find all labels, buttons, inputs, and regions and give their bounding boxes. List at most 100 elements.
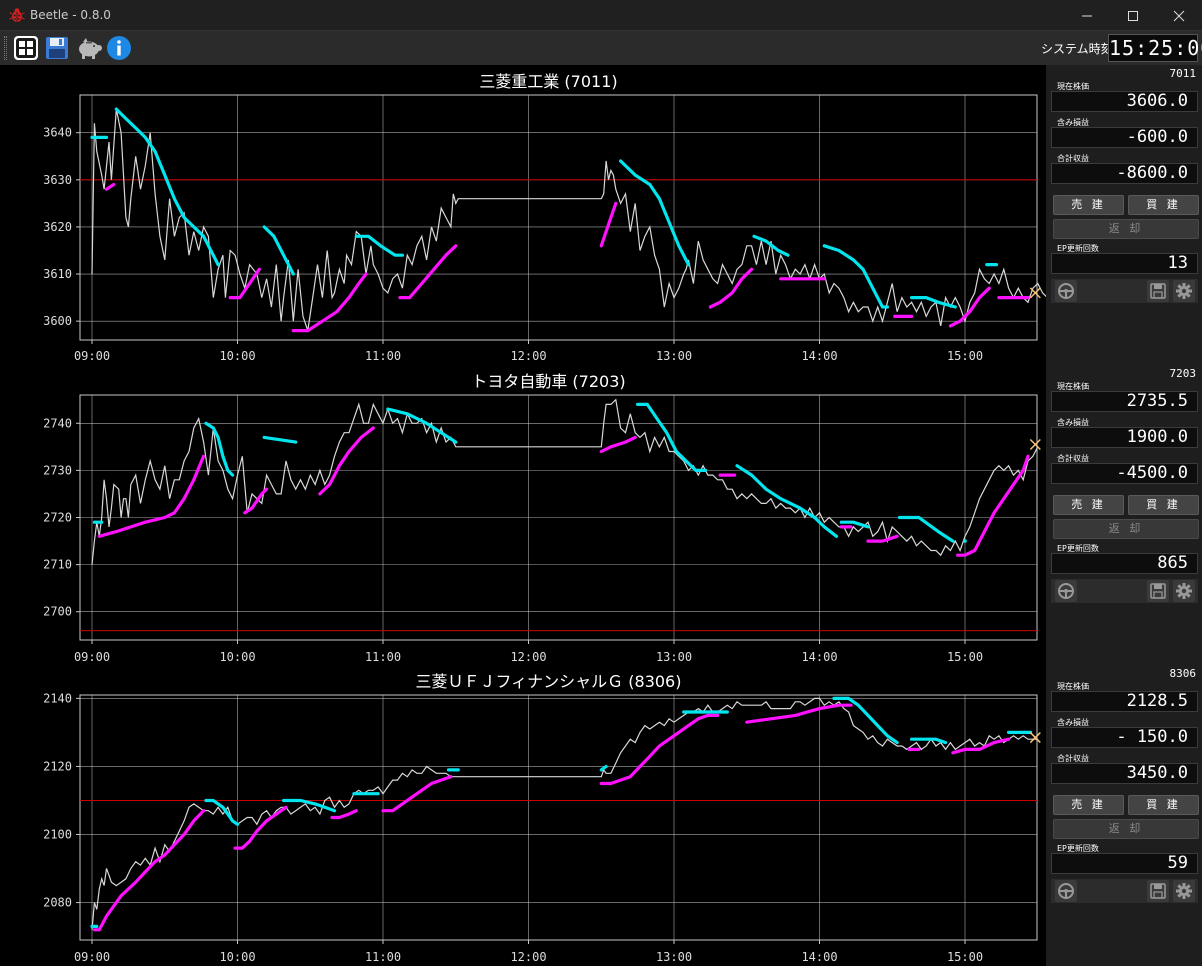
- save-icon[interactable]: [1147, 880, 1169, 902]
- magenta-trend-segment: [381, 775, 453, 813]
- y-tick-label: 2700: [43, 605, 72, 619]
- x-tick-label: 14:00: [801, 349, 837, 363]
- title-bar: Beetle - 0.8.0: [0, 0, 1202, 31]
- maximize-button[interactable]: [1110, 0, 1156, 31]
- buy-button[interactable]: 買 建: [1128, 795, 1199, 815]
- buy-button[interactable]: 買 建: [1128, 195, 1199, 215]
- chart-0: 三菱重工業 (7011) 09:00 10:00 11:00 12:00 13:00 14:…: [43, 72, 1046, 363]
- current-price-value: 3606.0: [1051, 91, 1198, 112]
- toolbar: システム時刻 15:25:00: [0, 31, 1202, 65]
- y-tick-label: 3610: [43, 267, 72, 281]
- panel-icon-bar: [1051, 579, 1198, 603]
- x-tick-label: 10:00: [219, 349, 255, 363]
- chart-title: トヨタ自動車 (7203): [471, 372, 625, 391]
- cyan-trend-segment: [897, 515, 955, 543]
- plot-frame: [79, 694, 1038, 941]
- ep-count-value: 865: [1051, 553, 1198, 574]
- chart-2: 三菱ＵＦＪフィナンシャルＧ (8306) 09:00 10:00 11:00 12:00…: [43, 672, 1041, 964]
- cyan-trend-segment: [822, 244, 890, 309]
- x-tick-label: 11:00: [365, 349, 401, 363]
- stock-code: 7011: [1169, 67, 1197, 80]
- y-tick-label: 2100: [43, 828, 72, 842]
- x-tick-label: 13:00: [656, 349, 692, 363]
- buy-button[interactable]: 買 建: [1128, 495, 1199, 515]
- y-tick-label: 2720: [43, 511, 72, 525]
- x-tick-label: 12:00: [510, 950, 546, 964]
- stock-code: 7203: [1169, 367, 1197, 380]
- cyan-trend-segment: [618, 159, 691, 267]
- price-series-line: [91, 697, 1038, 930]
- plot-frame: [79, 94, 1038, 341]
- sell-button[interactable]: 売 建: [1053, 495, 1124, 515]
- cyan-trend-segment: [735, 464, 839, 538]
- gear-icon[interactable]: [1173, 580, 1195, 602]
- x-tick-label: 11:00: [365, 650, 401, 664]
- end-marker-icon: [1029, 438, 1041, 451]
- x-tick-label: 13:00: [656, 650, 692, 664]
- x-tick-label: 15:00: [947, 349, 983, 363]
- gear-icon[interactable]: [1173, 880, 1195, 902]
- repay-button[interactable]: 返 却: [1053, 219, 1199, 239]
- x-tick-label: 10:00: [219, 950, 255, 964]
- y-tick-label: 2120: [43, 759, 72, 773]
- cyan-trend-segment: [909, 296, 957, 309]
- window-title: Beetle - 0.8.0: [30, 8, 111, 22]
- steering-wheel-icon[interactable]: [1055, 880, 1077, 902]
- steering-wheel-icon[interactable]: [1055, 280, 1077, 302]
- magenta-trend-segment: [291, 272, 368, 333]
- save-icon[interactable]: [1147, 580, 1169, 602]
- x-tick-label: 09:00: [74, 650, 110, 664]
- y-tick-label: 2710: [43, 558, 72, 572]
- repay-button[interactable]: 返 却: [1053, 519, 1199, 539]
- magenta-trend-segment: [599, 201, 618, 248]
- cyan-trend-segment: [262, 435, 298, 444]
- cyan-trend-segment: [599, 764, 608, 772]
- clock-label: システム時刻: [1041, 42, 1113, 56]
- magenta-trend-segment: [228, 267, 261, 300]
- total-profit-value: -4500.0: [1051, 463, 1198, 484]
- x-tick-label: 15:00: [947, 650, 983, 664]
- x-tick-label: 12:00: [510, 650, 546, 664]
- x-tick-label: 12:00: [510, 349, 546, 363]
- steering-wheel-icon[interactable]: [1055, 580, 1077, 602]
- grid-icon[interactable]: [13, 35, 39, 61]
- gear-icon[interactable]: [1173, 280, 1195, 302]
- sell-button[interactable]: 売 建: [1053, 195, 1124, 215]
- toolbar-grip[interactable]: [4, 36, 7, 60]
- close-button[interactable]: [1156, 0, 1202, 31]
- magenta-trend-segment: [708, 267, 754, 309]
- sell-button[interactable]: 売 建: [1053, 795, 1124, 815]
- magenta-trend-segment: [318, 426, 375, 496]
- info-icon[interactable]: [106, 35, 132, 61]
- magenta-trend-segment: [745, 703, 841, 724]
- save-icon[interactable]: [44, 35, 70, 61]
- x-tick-label: 11:00: [365, 950, 401, 964]
- x-tick-label: 13:00: [656, 950, 692, 964]
- piggy-bank-icon[interactable]: [75, 35, 103, 61]
- magenta-trend-segment: [599, 435, 637, 454]
- chart-1: トヨタ自動車 (7203) 09:00 10:00 11:00 12:00 13:00 14…: [43, 372, 1041, 664]
- y-tick-label: 2730: [43, 463, 72, 477]
- save-icon[interactable]: [1147, 280, 1169, 302]
- x-tick-label: 10:00: [219, 650, 255, 664]
- cyan-trend-segment: [262, 225, 295, 276]
- x-tick-label: 09:00: [74, 349, 110, 363]
- magenta-trend-segment: [104, 182, 116, 191]
- charts-svg: 三菱重工業 (7011) 09:00 10:00 11:00 12:00 13:00 14:…: [43, 72, 1046, 964]
- y-tick-label: 3600: [43, 314, 72, 328]
- minimize-button[interactable]: [1064, 0, 1110, 31]
- current-price-value: 2735.5: [1051, 391, 1198, 412]
- stock-panel-7011: 7011 現在株価 3606.0 含み損益 -600.0 合計収益 -8600.0 売 建買 …: [1046, 65, 1202, 365]
- repay-button[interactable]: 返 却: [1053, 819, 1199, 839]
- magenta-trend-segment: [243, 487, 269, 515]
- x-tick-label: 14:00: [801, 950, 837, 964]
- side-panel: 7011 現在株価 3606.0 含み損益 -600.0 合計収益 -8600.0 売 建買 …: [1046, 65, 1202, 966]
- current-price-value: 2128.5: [1051, 691, 1198, 712]
- charts-area: 三菱重工業 (7011) 09:00 10:00 11:00 12:00 13:00 14:…: [0, 65, 1046, 966]
- unrealized-pl-value: - 150.0: [1051, 727, 1198, 748]
- x-tick-label: 09:00: [74, 950, 110, 964]
- ep-count-value: 13: [1051, 253, 1198, 274]
- stock-code: 8306: [1169, 667, 1197, 680]
- cyan-trend-segment: [963, 539, 967, 543]
- magenta-trend-segment: [92, 809, 206, 932]
